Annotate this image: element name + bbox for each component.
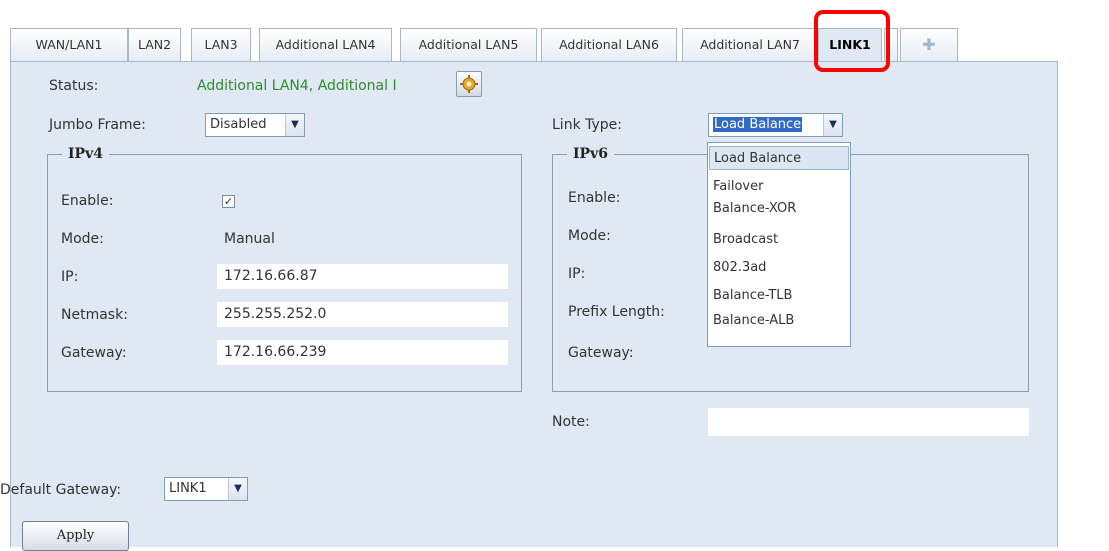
ipv6-mode-label: Mode:: [568, 228, 611, 244]
link-type-option[interactable]: Failover: [709, 175, 849, 199]
link-type-option[interactable]: Balance-XOR: [709, 197, 849, 221]
status-value: Additional LAN4, Additional I: [197, 78, 397, 94]
link-type-label: Link Type:: [552, 117, 622, 133]
jumbo-frame-value: Disabled: [210, 117, 267, 132]
chevron-down-icon: ▼: [228, 478, 247, 500]
link-type-value: Load Balance: [713, 117, 803, 132]
jumbo-frame-label: Jumbo Frame:: [49, 117, 146, 133]
ipv6-enable-label: Enable:: [568, 190, 621, 206]
ipv4-gateway-field[interactable]: 172.16.66.239: [217, 340, 508, 365]
note-field[interactable]: [708, 408, 1029, 436]
status-label: Status:: [49, 78, 99, 94]
status-settings-button[interactable]: [456, 71, 482, 97]
ipv4-netmask-field[interactable]: 255.255.252.0: [217, 302, 508, 327]
plus-icon: ✚: [922, 35, 936, 54]
ipv4-ip-field[interactable]: 172.16.66.87: [217, 264, 508, 289]
default-gateway-label: Default Gateway:: [0, 482, 122, 498]
tab-additional-lan5[interactable]: Additional LAN5: [400, 28, 537, 61]
link-type-dropdown-list: Load Balance Failover Balance-XOR Broadc…: [707, 142, 851, 347]
ipv4-enable-label: Enable:: [61, 193, 114, 209]
ipv6-ip-label: IP:: [568, 266, 586, 282]
default-gateway-value: LINK1: [169, 481, 207, 496]
note-label: Note:: [552, 414, 590, 430]
gear-settings-icon: [460, 75, 478, 93]
link-type-option[interactable]: 802.3ad: [709, 256, 849, 280]
link-type-select[interactable]: Load Balance ▼: [708, 113, 843, 137]
ipv4-mode-value: Manual: [224, 231, 275, 247]
link-type-option[interactable]: Broadcast: [709, 228, 849, 252]
tab-lan2[interactable]: LAN2: [128, 28, 181, 61]
link-settings-panel: Status: Additional LAN4, Additional I Ju…: [10, 62, 1058, 547]
tab-lan3[interactable]: LAN3: [191, 28, 251, 61]
ipv4-mode-label: Mode:: [61, 231, 104, 247]
ipv4-ip-label: IP:: [61, 269, 79, 285]
chevron-down-icon: ▼: [285, 114, 304, 136]
tab-additional-lan6[interactable]: Additional LAN6: [541, 28, 677, 61]
ipv4-netmask-label: Netmask:: [61, 307, 128, 323]
ipv6-legend: IPv6: [573, 146, 608, 162]
default-gateway-select[interactable]: LINK1 ▼: [164, 477, 248, 501]
ipv4-enable-checkbox[interactable]: ✓: [222, 195, 235, 208]
ipv4-gateway-label: Gateway:: [61, 345, 127, 361]
tab-wan-lan1[interactable]: WAN/LAN1: [10, 28, 128, 61]
link-type-option[interactable]: Balance-TLB: [709, 284, 849, 308]
add-tab-button[interactable]: ✚: [900, 28, 958, 61]
link-type-option[interactable]: Balance-ALB: [709, 309, 849, 333]
link-type-option[interactable]: Load Balance: [709, 146, 849, 170]
tab-additional-lan7[interactable]: Additional LAN7: [682, 28, 818, 61]
chevron-down-icon: ▼: [823, 114, 842, 136]
tab-strip: WAN/LAN1 LAN2 LAN3 Additional LAN4 Addit…: [10, 28, 1058, 63]
jumbo-frame-select[interactable]: Disabled ▼: [205, 113, 305, 137]
tab-additional-lan4[interactable]: Additional LAN4: [259, 28, 392, 61]
ipv6-prefix-length-label: Prefix Length:: [568, 304, 665, 320]
tab-overflow-stub: [884, 28, 898, 61]
tab-link1[interactable]: LINK1: [818, 28, 882, 63]
ipv4-legend: IPv4: [68, 146, 103, 162]
ipv6-gateway-label: Gateway:: [568, 345, 634, 361]
